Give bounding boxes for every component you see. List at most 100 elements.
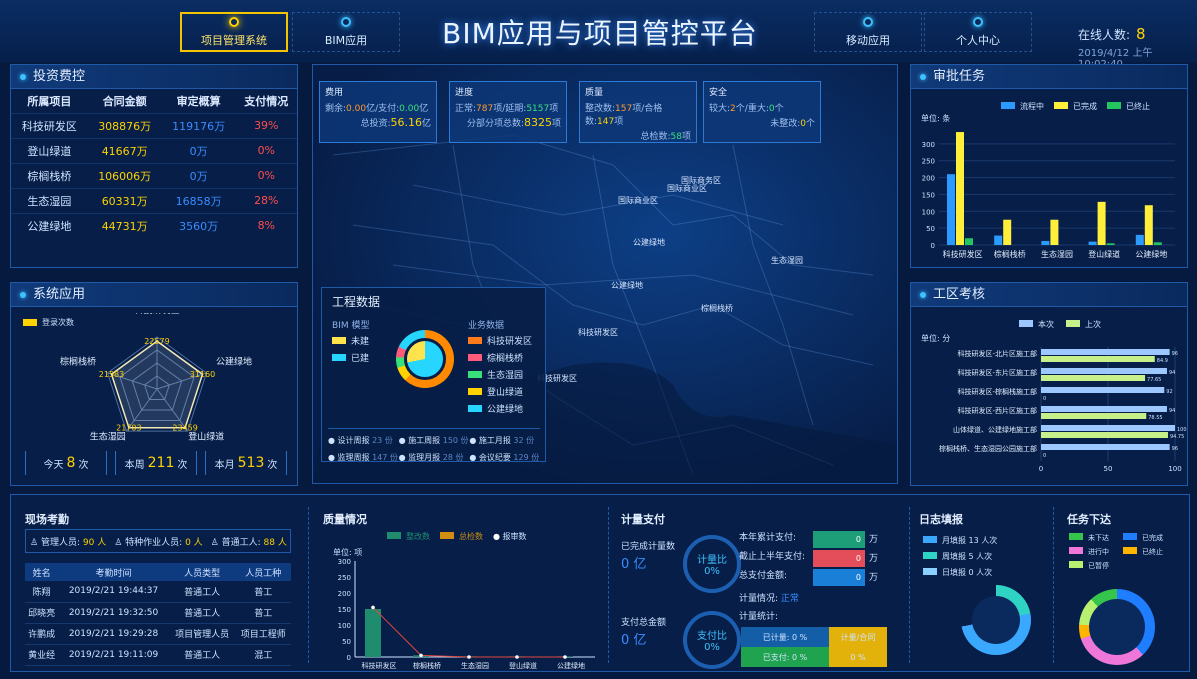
y-tick-label: 科技研发区-东片区施工部 xyxy=(957,368,1037,377)
assessment-bar-previous xyxy=(1041,432,1168,438)
table-row[interactable]: 生态湿园 60331万 16858万 28% xyxy=(11,187,297,213)
value: 5157 xyxy=(526,104,550,114)
unit: 项 xyxy=(551,119,561,129)
cell: 0万 xyxy=(161,162,236,188)
map-label[interactable]: 棕榈栈桥 xyxy=(701,303,733,314)
report-count: 28 份 xyxy=(442,453,464,462)
stat-card-safety[interactable]: 安全 较大:2个/重大:0个 未整改:0个 xyxy=(703,81,821,143)
card-title: 进度 xyxy=(455,88,474,98)
report-item[interactable]: ● 施工月报 32 份 xyxy=(469,435,540,446)
bar-value-label: 94 xyxy=(1169,408,1175,414)
payment-item: 截止上半年支付: xyxy=(739,548,805,567)
approval-bar xyxy=(1153,242,1162,245)
table-row[interactable]: 黄业经 2019/2/21 19:11:09 普通工人 混工 xyxy=(25,644,291,666)
map-label[interactable]: 生态湿园 xyxy=(771,255,803,266)
table-row[interactable]: 棕榈栈桥 106006万 0万 0% xyxy=(11,162,297,188)
project-map[interactable]: 费用 剩余:0.00亿/支付:0.00亿 总投资:56.16亿 进度 正常:78… xyxy=(312,64,898,484)
y-tick-label: 200 xyxy=(922,175,935,183)
table-row[interactable]: 科技研发区 308876万 119176万 39% xyxy=(11,112,297,138)
log-ring-chart[interactable] xyxy=(961,585,1031,655)
card-row: 总投资:56.16亿 xyxy=(325,116,431,129)
x-tick-label: 0 xyxy=(1039,465,1043,473)
map-label[interactable]: 公建绿地 xyxy=(633,237,665,248)
legend-label: 未建 xyxy=(351,337,370,347)
card-row: 总检数:58项 xyxy=(585,129,691,142)
bim-donut-chart[interactable] xyxy=(396,330,454,388)
nav-project-management[interactable]: 项目管理系统 xyxy=(180,12,288,52)
item-label: 本年累计支付: xyxy=(739,533,797,543)
map-label[interactable]: 科技研发区 xyxy=(578,327,618,338)
stat-card-progress[interactable]: 进度 正常:787项/延期:5157项 分部分项总数:8325项 xyxy=(449,81,567,143)
tasks-donut-chart[interactable] xyxy=(1079,589,1155,665)
approval-bar xyxy=(956,132,964,245)
legend-label: 生态湿园 xyxy=(487,371,524,381)
report-item[interactable]: ● 监理周报 147 份 xyxy=(328,452,399,463)
unit: 项 xyxy=(614,117,624,127)
attendance-table: 姓名 考勤时间 人员类型 人员工种 陈翔 2019/2/21 19:44:37 普通工人普… xyxy=(25,563,291,666)
table-row[interactable]: 公建绿地 44731万 3560万 8% xyxy=(11,212,297,238)
report-item[interactable]: ● 施工周报 150 份 xyxy=(399,435,470,446)
y-tick-label: 山体绿道、公建绿地施工部 xyxy=(953,425,1037,434)
report-line xyxy=(372,607,565,658)
report-item[interactable]: ● 会议纪要 129 份 xyxy=(469,452,540,463)
summary-value: 90 人 xyxy=(82,537,107,548)
approval-bar xyxy=(1144,205,1153,245)
map-label[interactable]: 国际商业区 xyxy=(618,195,658,206)
cell: 公建绿地 xyxy=(11,212,88,238)
y-tick-label: 300 xyxy=(922,141,935,149)
table-row[interactable]: 邱晓亮 2019/2/21 19:32:50 普通工人 普工 xyxy=(25,602,291,624)
stat-card-cost[interactable]: 费用 剩余:0.00亿/支付:0.00亿 总投资:56.16亿 xyxy=(319,81,437,143)
cell: 3560万 xyxy=(161,212,236,238)
col-header: 考勤时间 xyxy=(58,563,169,581)
table-row[interactable]: 许鹏成 2019/2/21 19:29:28 项目管理人员 项目工程师 xyxy=(25,623,291,645)
nav-mobile[interactable]: 移动应用 xyxy=(814,12,922,52)
nav-bim[interactable]: BIM应用 xyxy=(292,12,400,52)
label: 个/重大: xyxy=(735,104,769,114)
legend-item: 已暂停 xyxy=(1069,561,1123,571)
legend-item: 日填报 0 人次 xyxy=(923,565,997,581)
assessment-bar-previous xyxy=(1041,413,1147,419)
online-users: 在线人数: 8 xyxy=(1078,25,1146,43)
y-tick-label: 科技研发区-棕榈栈施工部 xyxy=(957,387,1037,396)
x-tick-label: 登山绿道 xyxy=(1088,249,1120,259)
assessment-bar-current xyxy=(1041,349,1170,355)
radar-chart: 科技研发区22579公建绿地31160登山绿道23459生态湿园21703棕榈栈… xyxy=(60,313,252,443)
map-label[interactable]: 公建绿地 xyxy=(611,280,643,291)
report-label: 会议纪要 xyxy=(478,453,511,462)
stat-grid: 已计量: 0 % 计量/合同 已支付: 0 % 0 % xyxy=(741,627,887,667)
x-tick-label: 棕榈栈桥 xyxy=(994,249,1026,259)
table-row[interactable]: 登山绿道 41667万 0万 0% xyxy=(11,137,297,163)
table-row[interactable]: 陈翔 2019/2/21 19:44:37 普通工人 普工 xyxy=(25,581,291,603)
cell: 登山绿道 xyxy=(11,137,88,163)
summary-value: 0 人 xyxy=(185,537,203,548)
approval-panel: 审批任务 流程中 已完成 已终止 单位: 条 0 50 100 150 200 250 30… xyxy=(910,64,1188,268)
biz-legend: 科技研发区 棕榈栈桥 生态湿园 登山绿道 公建绿地 xyxy=(468,330,532,419)
y-tick-label: 50 xyxy=(926,225,935,233)
attendance-summary: ♙ 管理人员: 90 人 ♙ 特种作业人员: 0 人 ♙ 普通工人: 88 人 xyxy=(25,529,291,553)
report-item[interactable]: ● 设计周报 23 份 xyxy=(328,435,399,446)
stat-box: 0 % xyxy=(829,647,887,667)
counter-unit: 次 xyxy=(177,459,188,471)
target-icon xyxy=(973,16,983,27)
assessment-panel: 工区考核 本次 上次 单位: 分 0 50 100 科技研发区-北片区施工部 96 84.… xyxy=(910,282,1188,486)
y-tick-label: 200 xyxy=(338,590,351,598)
approval-bar xyxy=(965,238,973,245)
counter-unit: 次 xyxy=(78,459,89,471)
legend-swatch xyxy=(1069,533,1083,540)
counter-week: 本周 211 次 xyxy=(115,451,197,475)
report-point xyxy=(467,655,471,659)
report-item[interactable]: ● 监理月报 28 份 xyxy=(399,452,470,463)
map-label[interactable]: 国际商业区 xyxy=(667,183,707,194)
nav-personal-center[interactable]: 个人中心 xyxy=(924,12,1032,52)
card-row: 正常:787项/延期:5157项 xyxy=(455,101,561,114)
bottom-panel: 现场考勤 ♙ 管理人员: 90 人 ♙ 特种作业人员: 0 人 ♙ 普通工人: … xyxy=(10,494,1190,672)
card-row: 整改数:157项/合格数:147项 xyxy=(585,101,691,127)
divider xyxy=(308,507,309,663)
unit: 个 xyxy=(805,119,815,129)
y-tick-label: 300 xyxy=(338,558,351,566)
stat-card-quality[interactable]: 质量 整改数:157项/合格数:147项 总检数:58项 xyxy=(579,81,697,143)
nav-label: 移动应用 xyxy=(846,33,890,47)
bar-value-label: 77.65 xyxy=(1147,377,1161,383)
cell: 2019/2/21 19:29:28 xyxy=(58,623,169,645)
approval-bar xyxy=(1135,234,1144,245)
